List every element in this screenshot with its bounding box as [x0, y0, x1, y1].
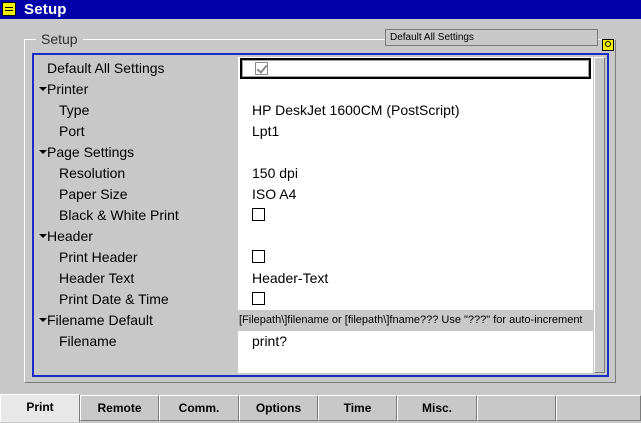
expand-caret-icon[interactable]	[39, 87, 47, 91]
selected-item-field: Default All Settings	[385, 29, 598, 46]
focus-frame	[242, 60, 589, 77]
setting-label: Type	[59, 102, 90, 118]
setting-value[interactable]: print?	[252, 331, 287, 352]
tab-remote[interactable]: Remote	[80, 395, 159, 421]
setting-label: Printer	[47, 81, 89, 97]
setting-label: Header	[47, 228, 93, 244]
group-label: Setup	[36, 31, 83, 48]
expand-caret-icon[interactable]	[39, 150, 47, 154]
tab-misc[interactable]: Misc.	[397, 395, 477, 421]
setting-label: Filename	[59, 333, 117, 349]
window-title: Setup	[24, 1, 67, 18]
expand-caret-icon[interactable]	[39, 318, 47, 322]
tab-empty-6[interactable]	[477, 395, 556, 421]
setting-label: Page Settings	[47, 144, 135, 160]
tab-empty-7[interactable]	[556, 395, 641, 421]
setting-row[interactable]: Print Date & Time	[34, 289, 593, 310]
settings-tree: Default All Settings Printer Type HP DeskJe…	[32, 53, 609, 377]
tab-options[interactable]: Options	[239, 395, 318, 421]
setting-label: Resolution	[59, 165, 126, 181]
setting-value[interactable]: Lpt1	[252, 121, 279, 142]
setting-row[interactable]: Paper Size ISO A4	[34, 184, 593, 205]
help-icon[interactable]	[602, 39, 614, 51]
setting-row[interactable]: Filename print?	[34, 331, 593, 352]
setting-row[interactable]: [Filepath\]filename or [filepath\]fname?…	[34, 310, 593, 331]
setting-label: Black & White Print	[59, 207, 179, 223]
setting-label: Header Text	[59, 270, 135, 286]
checkbox[interactable]	[252, 250, 265, 263]
title-bar: Setup	[0, 0, 641, 19]
expand-caret-icon[interactable]	[39, 234, 47, 238]
setting-label: Paper Size	[59, 186, 128, 202]
checkbox[interactable]	[252, 292, 265, 305]
setting-label: Filename Default	[47, 312, 153, 328]
setting-label: Port	[59, 123, 85, 139]
setting-label: Default All Settings	[47, 60, 165, 76]
setting-row[interactable]: Port Lpt1	[34, 121, 593, 142]
scrollbar-thumb[interactable]	[594, 57, 605, 373]
setting-row[interactable]: Default All Settings	[34, 58, 593, 79]
setting-label: Print Date & Time	[59, 291, 169, 307]
softkey-tab-bar: Print Remote Comm. Options Time Misc.	[0, 394, 641, 423]
checkmark-icon[interactable]	[255, 62, 268, 75]
setting-value[interactable]: Header-Text	[252, 268, 328, 289]
setting-row[interactable]: Print Header	[34, 247, 593, 268]
setting-row[interactable]: Header Text Header-Text	[34, 268, 593, 289]
scrollbar[interactable]	[593, 57, 605, 373]
setting-value[interactable]: ISO A4	[252, 184, 296, 205]
setting-row[interactable]: Page Settings	[34, 142, 593, 163]
setting-value[interactable]: 150 dpi	[252, 163, 298, 184]
focused-value-field[interactable]	[240, 58, 591, 79]
setting-row[interactable]: Resolution 150 dpi	[34, 163, 593, 184]
tab-print[interactable]: Print	[0, 394, 80, 422]
input-hint: [Filepath\]filename or [filepath\]fname?…	[238, 310, 593, 331]
setting-row[interactable]: Black & White Print	[34, 205, 593, 226]
tab-time[interactable]: Time	[318, 395, 397, 421]
setting-label: Print Header	[59, 249, 138, 265]
setting-row[interactable]: Printer	[34, 79, 593, 100]
window-menu-icon[interactable]	[2, 2, 16, 16]
tab-comm[interactable]: Comm.	[159, 395, 239, 421]
checkbox[interactable]	[252, 208, 265, 221]
setting-value[interactable]: HP DeskJet 1600CM (PostScript)	[252, 100, 459, 121]
setting-row[interactable]: Type HP DeskJet 1600CM (PostScript)	[34, 100, 593, 121]
setting-row[interactable]: Header	[34, 226, 593, 247]
